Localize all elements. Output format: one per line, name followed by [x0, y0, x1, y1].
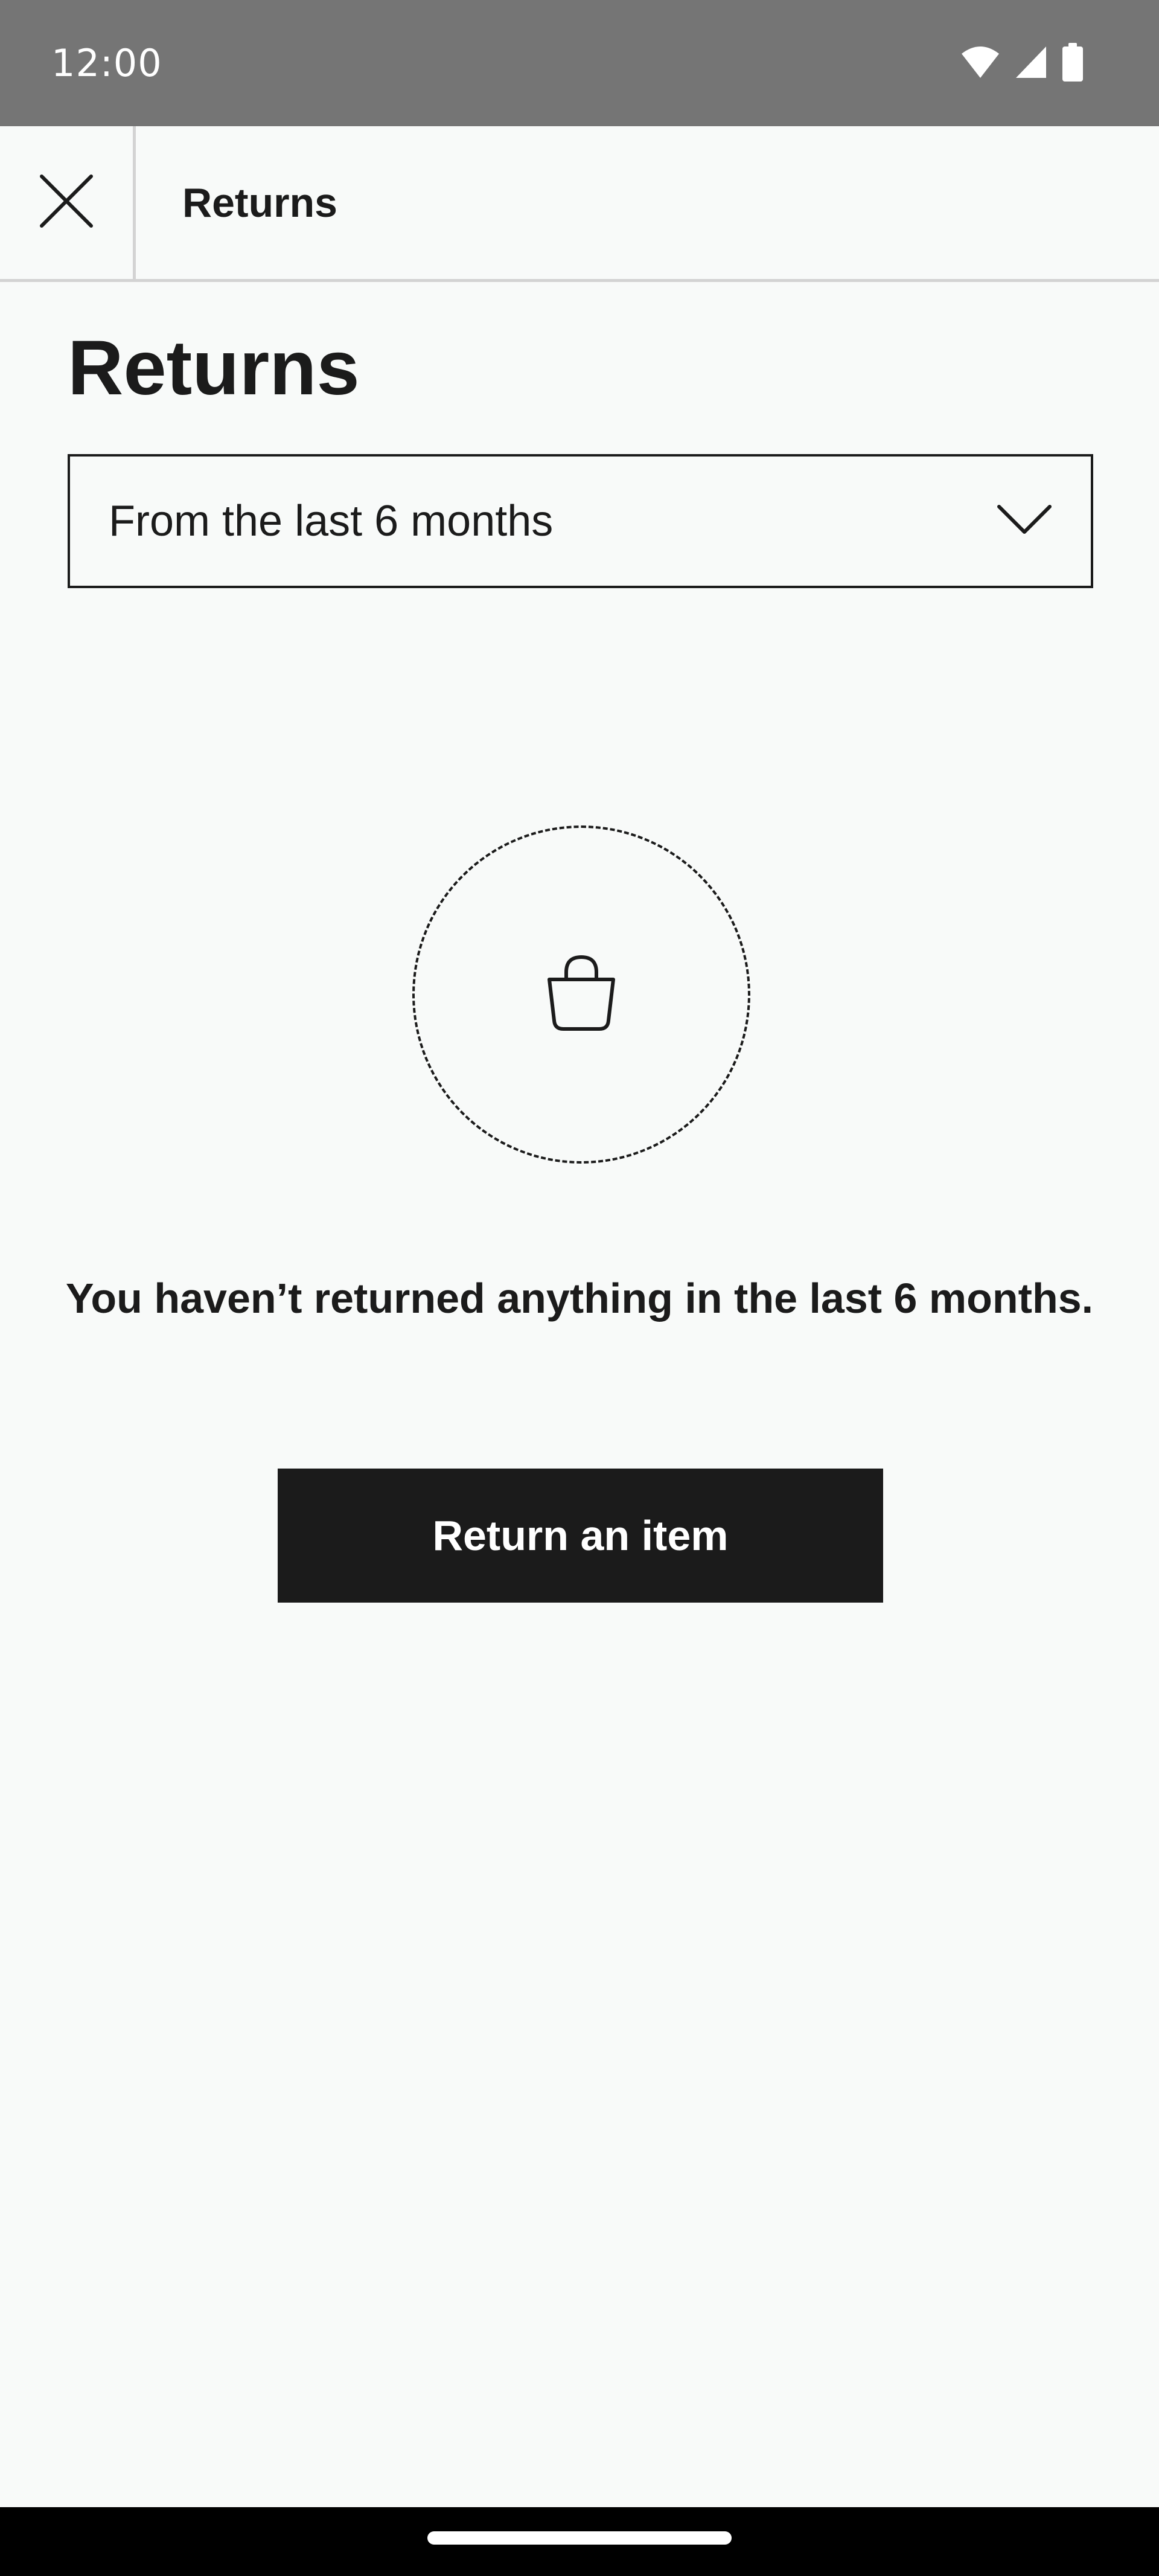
status-bar: 12:00	[0, 0, 1159, 126]
period-select-value: From the last 6 months	[109, 497, 554, 545]
cellular-signal-icon	[1015, 45, 1047, 82]
period-select[interactable]: From the last 6 months	[68, 454, 1093, 588]
app-bar-title: Returns	[182, 179, 337, 226]
empty-state-illustration	[412, 825, 750, 1164]
close-button[interactable]	[0, 126, 136, 279]
status-icons	[960, 42, 1084, 85]
shopping-bag-icon	[542, 954, 621, 1036]
chevron-down-icon	[997, 504, 1052, 539]
page-title: Returns	[68, 325, 360, 411]
close-icon	[39, 174, 94, 231]
status-time: 12:00	[51, 41, 162, 85]
home-indicator[interactable]	[427, 2531, 732, 2545]
battery-icon	[1062, 42, 1084, 85]
app-bar: Returns	[0, 126, 1159, 282]
system-nav-bar	[0, 2507, 1159, 2576]
wifi-icon	[960, 45, 1000, 82]
return-item-button[interactable]: Return an item	[278, 1469, 883, 1603]
empty-state-message: You haven’t returned anything in the las…	[65, 1275, 1094, 1322]
